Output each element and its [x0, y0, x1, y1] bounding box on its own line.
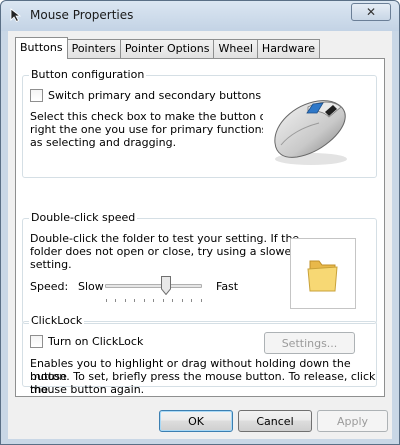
slider-tick: [125, 299, 126, 302]
mouse-preview: [263, 83, 358, 168]
slider-tick: [134, 299, 135, 302]
button-config-description-line-3: as selecting and dragging.: [30, 136, 177, 149]
slider-tick: [172, 299, 173, 302]
speed-label: Speed:: [30, 280, 69, 293]
slider-tick: [201, 299, 202, 302]
slider-tick: [153, 299, 154, 302]
tab-pointers[interactable]: Pointers: [66, 39, 121, 59]
slider-tick: [115, 299, 116, 302]
clicklock-checkbox[interactable]: [30, 335, 43, 348]
button-config-description-line-1: Select this check box to make the button…: [30, 110, 295, 123]
cancel-button[interactable]: Cancel: [238, 410, 312, 432]
close-icon: ✕: [365, 5, 377, 19]
switch-buttons-checkbox[interactable]: [30, 89, 43, 102]
apply-button[interactable]: Apply: [317, 410, 388, 432]
slider-tick: [191, 299, 192, 302]
mouse-icon: [274, 100, 347, 165]
ok-button[interactable]: OK: [159, 410, 233, 432]
double-click-speed-slider-thumb[interactable]: [161, 276, 171, 295]
folder-icon: [307, 260, 338, 292]
test-folder-area[interactable]: [290, 238, 356, 309]
mouse-pointer-icon: [10, 8, 22, 23]
double-click-speed-slider-track[interactable]: [105, 284, 202, 288]
clicklock-group: ClickLock Turn on ClickLock Settings... …: [22, 314, 377, 396]
mouse-properties-window: Mouse Properties ✕ Buttons Pointers Poin…: [0, 0, 400, 445]
dialog-client-area: Buttons Pointers Pointer Options Wheel H…: [8, 31, 392, 439]
group-title-clicklock: ClickLock: [29, 314, 85, 327]
window-title: Mouse Properties: [30, 8, 134, 22]
group-title-double-click-speed: Double-click speed: [29, 211, 138, 224]
close-button[interactable]: ✕: [351, 3, 391, 21]
tab-pointer-options[interactable]: Pointer Options: [119, 39, 215, 59]
tab-buttons[interactable]: Buttons: [15, 37, 68, 59]
title-bar[interactable]: Mouse Properties ✕: [1, 1, 399, 31]
double-click-description-line-3: setting.: [30, 258, 72, 271]
switch-buttons-label[interactable]: Switch primary and secondary buttons: [48, 89, 261, 102]
group-title-button-configuration: Button configuration: [29, 68, 147, 81]
clicklock-description-line-3: mouse button again.: [30, 383, 145, 396]
slider-tick: [106, 299, 107, 302]
tab-strip: Buttons Pointers Pointer Options Wheel H…: [15, 37, 321, 59]
fast-label: Fast: [216, 280, 239, 293]
tab-wheel[interactable]: Wheel: [213, 39, 258, 59]
double-click-speed-group: Double-click speed Double-click the fold…: [22, 211, 377, 324]
slow-label: Slow: [78, 280, 104, 293]
button-configuration-group: Button configuration Switch primary and …: [22, 68, 377, 178]
clicklock-settings-button[interactable]: Settings...: [264, 332, 355, 354]
button-config-description-line-2: right the one you use for primary functi…: [30, 123, 297, 136]
double-click-description-line-2: folder does not open or close, try using…: [30, 245, 296, 258]
slider-tick: [182, 299, 183, 302]
clicklock-label[interactable]: Turn on ClickLock: [48, 335, 143, 348]
slider-tick: [163, 299, 164, 302]
double-click-description-line-1: Double-click the folder to test your set…: [30, 232, 300, 245]
tab-hardware[interactable]: Hardware: [256, 39, 321, 59]
buttons-tab-panel: Button configuration Switch primary and …: [15, 58, 385, 397]
slider-tick: [144, 299, 145, 302]
